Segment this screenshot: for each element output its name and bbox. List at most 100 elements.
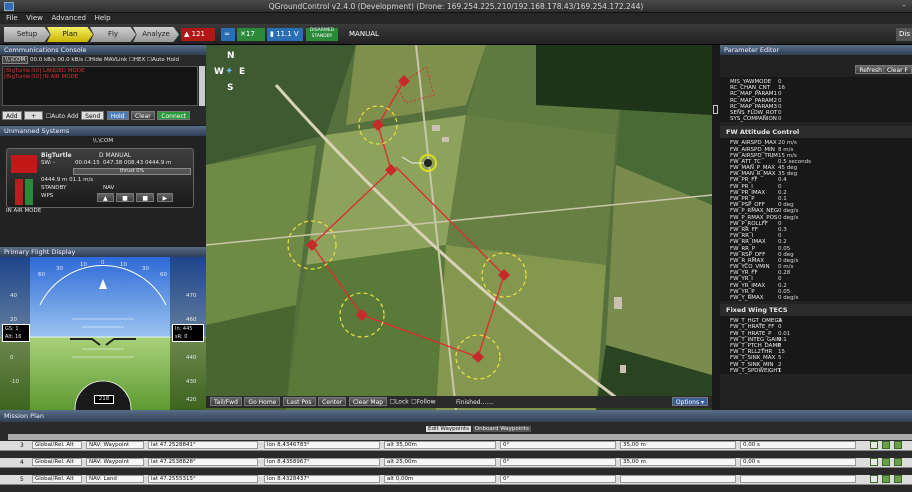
- current-checkbox[interactable]: [870, 441, 878, 449]
- param-value[interactable]: 0 deg: [778, 202, 794, 208]
- param-value[interactable]: 0: [778, 184, 782, 190]
- param-value[interactable]: 0: [778, 91, 782, 97]
- param-value[interactable]: 5: [778, 355, 782, 361]
- port-select[interactable]: \\.\COM: [2, 56, 29, 64]
- clear-button[interactable]: Clear: [131, 111, 155, 120]
- param-value[interactable]: 16: [778, 85, 785, 91]
- current-checkbox[interactable]: [870, 475, 878, 483]
- hold-time-field[interactable]: [740, 475, 856, 483]
- menu-advanced[interactable]: Advanced: [51, 13, 86, 24]
- link-icon[interactable]: ≈: [221, 28, 235, 41]
- param-value[interactable]: 45 deg: [778, 165, 797, 171]
- menu-view[interactable]: View: [26, 13, 43, 24]
- latitude-field[interactable]: lat 47.2555315°: [148, 475, 258, 483]
- current-checkbox[interactable]: [870, 458, 878, 466]
- uas-stop-button[interactable]: ■: [116, 193, 134, 202]
- param-value[interactable]: 0: [778, 79, 782, 85]
- uas-card[interactable]: BigTurtle D MANUAL SW: - 00:04:15 047.38…: [6, 148, 194, 208]
- param-row[interactable]: FW_T_SPDWEIGHT1: [730, 368, 908, 374]
- param-value[interactable]: 15 m/s: [778, 153, 797, 159]
- latitude-field[interactable]: lat 47.2538828°: [148, 458, 258, 466]
- param-value[interactable]: 0 deg/s: [778, 258, 798, 264]
- param-value[interactable]: 2: [778, 362, 782, 368]
- disconnect-button[interactable]: Dis: [896, 28, 912, 41]
- param-value[interactable]: 0.2: [778, 190, 787, 196]
- tab-plan[interactable]: Plan: [47, 27, 93, 42]
- param-value[interactable]: 0: [778, 104, 782, 110]
- param-value[interactable]: 0.5 seconds: [778, 159, 811, 165]
- param-value[interactable]: 0 m/s: [778, 264, 793, 270]
- gps-badge[interactable]: ✕17: [237, 28, 265, 41]
- param-value[interactable]: 20 m/s: [778, 140, 797, 146]
- console-log[interactable]: [BigTurtle:50] LANDED MODE [BigTurtle:50…: [2, 66, 198, 106]
- param-value[interactable]: 0.4: [778, 177, 787, 183]
- map-view[interactable]: N W E S ✦ Tail/Fwd Go Home Last Pos Cent…: [206, 45, 712, 410]
- tab-onboard-waypoints[interactable]: Onboard Waypoints: [472, 426, 531, 432]
- waypoint-row[interactable]: 5 Global/Rel. Alt NAV: Land lat 47.2555315°…: [0, 475, 912, 485]
- radius-field[interactable]: [620, 475, 736, 483]
- minimize-button[interactable]: –: [902, 1, 906, 10]
- param-value[interactable]: 0 deg/s: [778, 208, 798, 214]
- move-up-button[interactable]: [882, 475, 890, 483]
- longitude-field[interactable]: lon 8.4328437°: [264, 475, 380, 483]
- param-value[interactable]: 0.01: [778, 331, 790, 337]
- splitter-handle[interactable]: [713, 105, 718, 114]
- frame-select[interactable]: Global/Rel. Alt: [32, 475, 82, 483]
- param-value[interactable]: 0: [778, 110, 782, 116]
- param-value[interactable]: 1: [778, 368, 782, 374]
- refresh-button[interactable]: Refresh: [855, 65, 886, 74]
- longitude-field[interactable]: lon 8.4346783°: [264, 441, 380, 449]
- tab-fly[interactable]: Fly: [90, 27, 136, 42]
- param-value[interactable]: 0.28: [778, 270, 790, 276]
- param-value[interactable]: 0.05: [778, 246, 790, 252]
- waypoint-row[interactable]: 4 Global/Rel. Alt NAV: Waypoint lat 47.2538…: [0, 458, 912, 468]
- last-pos-button[interactable]: Last Pos: [282, 396, 316, 406]
- param-value[interactable]: 0 deg: [778, 252, 794, 258]
- param-value[interactable]: 0: [778, 276, 782, 282]
- add-select[interactable]: Add: [2, 111, 22, 120]
- radius-field[interactable]: 35,00 m: [620, 458, 736, 466]
- move-down-button[interactable]: [894, 441, 902, 449]
- move-down-button[interactable]: [894, 475, 902, 483]
- frame-select[interactable]: Global/Rel. Alt: [32, 458, 82, 466]
- param-value[interactable]: 0 deg/s: [778, 215, 798, 221]
- param-value[interactable]: 35 deg: [778, 171, 797, 177]
- send-button[interactable]: Send: [81, 111, 105, 120]
- param-value[interactable]: 0: [778, 116, 782, 122]
- add-button[interactable]: +: [24, 111, 44, 120]
- param-value[interactable]: 0.1: [778, 196, 787, 202]
- altitude-field[interactable]: alt 25,00m: [384, 458, 496, 466]
- hold-time-field[interactable]: 0,00 s: [740, 441, 856, 449]
- uas-launch-button[interactable]: ▲: [97, 193, 114, 202]
- move-up-button[interactable]: [882, 441, 890, 449]
- param-value[interactable]: 0.3: [778, 227, 787, 233]
- panel-splitter[interactable]: [712, 45, 720, 410]
- menu-file[interactable]: File: [6, 13, 18, 24]
- latitude-field[interactable]: lat 47.2528841°: [148, 441, 258, 449]
- tab-analyze[interactable]: Analyze: [133, 27, 179, 42]
- waypoint-row[interactable]: 3 Global/Rel. Alt NAV: Waypoint lat 47.2528…: [0, 441, 912, 451]
- uas-play-button[interactable]: ▶: [156, 193, 174, 202]
- altitude-field[interactable]: alt 35,00m: [384, 441, 496, 449]
- console-scrollbar[interactable]: [199, 66, 205, 106]
- command-select[interactable]: NAV: Waypoint: [86, 441, 144, 449]
- param-value[interactable]: 0: [778, 343, 782, 349]
- tail-fwd-button[interactable]: Tail/Fwd: [210, 397, 242, 406]
- alarm-badge[interactable]: ▲ 121: [181, 28, 215, 41]
- go-home-button[interactable]: Go Home: [244, 396, 281, 406]
- param-value[interactable]: 0: [778, 98, 782, 104]
- menu-help[interactable]: Help: [95, 13, 111, 24]
- connect-button[interactable]: Connect: [157, 111, 191, 120]
- param-value[interactable]: 15: [778, 349, 785, 355]
- center-button[interactable]: Center: [318, 396, 347, 406]
- frame-select[interactable]: Global/Rel. Alt: [32, 441, 82, 449]
- param-value[interactable]: 3: [778, 318, 782, 324]
- hold-button[interactable]: Hold: [106, 111, 129, 120]
- move-up-button[interactable]: [882, 458, 890, 466]
- param-value[interactable]: 8 m/s: [778, 147, 793, 153]
- clear-map-button[interactable]: Clear Map: [348, 396, 388, 406]
- tab-edit-waypoints[interactable]: Edit Waypoints: [426, 426, 472, 432]
- param-value[interactable]: 0: [778, 221, 782, 227]
- command-select[interactable]: NAV: Land: [86, 475, 144, 483]
- tab-setup[interactable]: Setup: [4, 27, 50, 42]
